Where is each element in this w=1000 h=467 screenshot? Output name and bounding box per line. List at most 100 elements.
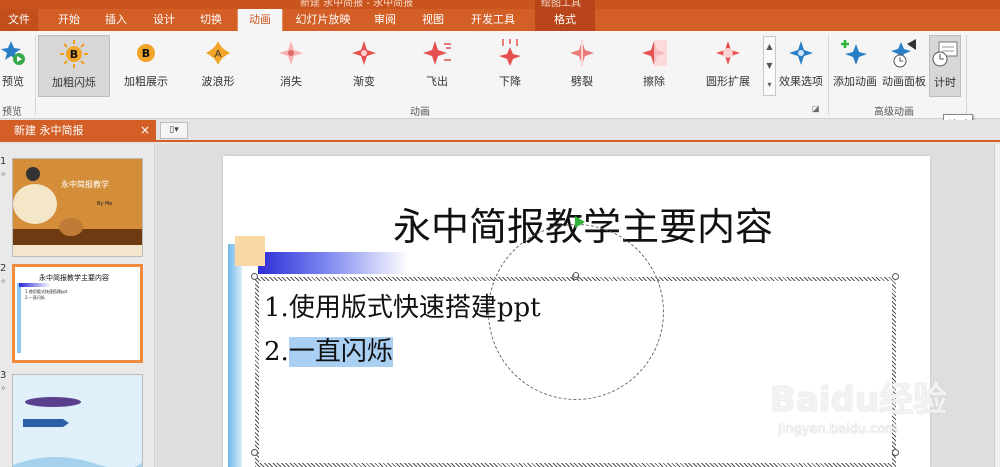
svg-text:A: A bbox=[215, 49, 222, 60]
ribbon-tab-bar: 文件 开始 插入 设计 切换 动画 幻灯片放映 审阅 视图 开发工具 格式 bbox=[0, 9, 1000, 31]
dialog-launcher-icon[interactable]: ◪ bbox=[812, 104, 820, 113]
effect-descend[interactable]: 下降 bbox=[484, 35, 536, 97]
timing-icon bbox=[930, 39, 960, 69]
motion-path-handle[interactable] bbox=[573, 272, 579, 278]
effect-label: 渐变 bbox=[353, 75, 375, 88]
add-animation-label: 添加动画 bbox=[833, 75, 877, 88]
context-group-label: 绘图工具 bbox=[541, 0, 581, 9]
effect-fade[interactable]: 渐变 bbox=[338, 35, 390, 97]
fade-icon bbox=[349, 38, 379, 68]
slide-thumbnail-3[interactable] bbox=[12, 374, 143, 467]
disappear-icon bbox=[276, 38, 306, 68]
animation-pane-label: 动画面板 bbox=[882, 75, 926, 88]
bold-reveal-icon: B bbox=[131, 38, 161, 68]
thumb-line: 2.一直闪烁 bbox=[25, 295, 45, 300]
gallery-down-icon[interactable]: ▼ bbox=[764, 56, 775, 75]
bullet-text-selected: 一直闪烁 bbox=[288, 337, 393, 367]
bullet-number: 1. bbox=[264, 293, 289, 323]
tab-slideshow[interactable]: 幻灯片放映 bbox=[290, 9, 356, 31]
thumb-subtitle: By Me bbox=[97, 201, 113, 207]
preview-icon bbox=[0, 38, 28, 68]
tab-design[interactable]: 设计 bbox=[145, 9, 183, 31]
thumb-number: 3 bbox=[0, 370, 7, 381]
wipe-icon bbox=[639, 38, 669, 68]
tab-format[interactable]: 格式 bbox=[535, 9, 595, 31]
tab-animation[interactable]: 动画 bbox=[237, 9, 283, 31]
tab-view[interactable]: 视图 bbox=[414, 9, 452, 31]
slide-deco-bar bbox=[228, 244, 242, 467]
group-divider bbox=[35, 35, 36, 115]
tab-file[interactable]: 文件 bbox=[0, 9, 38, 31]
slide-thumbnail-pane: 1 ✧ 永中简报教学 By Me 2 ✧ 永中简报教学主要内容 1.使用版式快速… bbox=[0, 144, 155, 467]
gallery-more-icon[interactable]: ▾ bbox=[764, 75, 775, 94]
thumb-number: 1 bbox=[0, 156, 7, 167]
effect-bold-reveal[interactable]: B 加粗展示 bbox=[116, 35, 176, 97]
bullet-item-2[interactable]: 2.一直闪烁 bbox=[264, 331, 393, 368]
effect-label: 圆形扩展 bbox=[706, 75, 750, 88]
effect-wipe[interactable]: 擦除 bbox=[628, 35, 680, 97]
animation-marker-icon: ✧ bbox=[0, 277, 7, 286]
document-tab-strip: 新建 永中简报 × ▯▾ bbox=[0, 120, 1000, 142]
effect-wave[interactable]: A 波浪形 bbox=[190, 35, 246, 97]
motion-path-start-icon bbox=[575, 216, 585, 228]
document-tab-title: 新建 永中简报 bbox=[14, 124, 84, 137]
effect-disappear[interactable]: 消失 bbox=[265, 35, 317, 97]
close-icon[interactable]: × bbox=[140, 120, 150, 141]
resize-handle[interactable] bbox=[251, 273, 258, 280]
tab-review[interactable]: 审阅 bbox=[366, 9, 404, 31]
effect-label: 消失 bbox=[280, 75, 302, 88]
tab-insert[interactable]: 插入 bbox=[97, 9, 135, 31]
motion-path-circle[interactable] bbox=[488, 224, 664, 400]
effect-options-button[interactable]: 效果选项 bbox=[778, 35, 824, 97]
effect-fly-out[interactable]: 飞出 bbox=[411, 35, 463, 97]
effect-gallery-scroller[interactable]: ▲ ▼ ▾ bbox=[763, 36, 776, 96]
effect-label: 加粗闪烁 bbox=[52, 76, 96, 89]
effect-label: 波浪形 bbox=[201, 75, 235, 88]
resize-handle[interactable] bbox=[251, 449, 258, 456]
timing-label: 计时 bbox=[934, 76, 956, 89]
wave-icon: A bbox=[203, 38, 233, 68]
document-tab[interactable]: 新建 永中简报 × bbox=[0, 120, 156, 141]
preview-button[interactable]: 预览 bbox=[0, 35, 26, 97]
effect-label: 飞出 bbox=[426, 75, 448, 88]
effect-options-icon bbox=[786, 38, 816, 68]
ribbon-animation: 预览 预览 B 加粗闪烁 B 加粗展示 A 波浪形 消失 渐变 飞出 下降 劈裂… bbox=[0, 31, 1000, 119]
tab-home[interactable]: 开始 bbox=[50, 9, 88, 31]
effect-split[interactable]: 劈裂 bbox=[556, 35, 608, 97]
effect-bold-flash[interactable]: B 加粗闪烁 bbox=[38, 35, 110, 97]
resize-handle[interactable] bbox=[892, 273, 899, 280]
effect-circle-expand[interactable]: 圆形扩展 bbox=[698, 35, 758, 97]
effect-label: 擦除 bbox=[643, 75, 665, 88]
watermark-brand: Baidu经验 bbox=[770, 380, 948, 420]
slide-deco-gradient bbox=[258, 252, 408, 274]
effect-options-label: 效果选项 bbox=[779, 75, 823, 88]
window-title: 新建 永中简报 - 永中简报 bbox=[300, 0, 414, 9]
fly-out-icon bbox=[422, 38, 452, 68]
effect-label: 劈裂 bbox=[571, 75, 593, 88]
animation-pane-icon bbox=[889, 38, 919, 68]
animation-pane-button[interactable]: 动画面板 bbox=[880, 35, 928, 97]
thumb-title: 永中简报教学主要内容 bbox=[39, 274, 109, 282]
watermark: Baidu经验 jingyan.baidu.com bbox=[770, 372, 995, 467]
effect-label: 加粗展示 bbox=[124, 75, 168, 88]
group-preview-label: 预览 bbox=[2, 107, 22, 118]
chevron-down-icon: ▾ bbox=[174, 125, 179, 135]
context-group-header: 绘图工具 bbox=[535, 0, 595, 9]
svg-text:B: B bbox=[70, 48, 78, 61]
bullet-number: 2. bbox=[264, 337, 289, 367]
descend-icon bbox=[495, 38, 525, 68]
slide-thumbnail-2[interactable]: 永中简报教学主要内容 1.使用版式快速搭建ppt 2.一直闪烁 bbox=[12, 264, 143, 363]
group-divider bbox=[828, 35, 829, 115]
group-animation-label: 动画 bbox=[410, 107, 430, 118]
tab-developer[interactable]: 开发工具 bbox=[464, 9, 522, 31]
timing-button[interactable]: 计时 bbox=[929, 35, 961, 97]
slide-thumbnail-1[interactable]: 永中简报教学 By Me bbox=[12, 158, 143, 257]
gallery-up-icon[interactable]: ▲ bbox=[764, 37, 775, 56]
effect-label: 下降 bbox=[499, 75, 521, 88]
thumb-number: 2 bbox=[0, 263, 7, 274]
tab-transitions[interactable]: 切换 bbox=[192, 9, 230, 31]
split-icon bbox=[567, 38, 597, 68]
new-document-dropdown[interactable]: ▯▾ bbox=[160, 122, 188, 139]
add-animation-button[interactable]: 添加动画 bbox=[832, 35, 878, 97]
thumb-title: 永中简报教学 bbox=[61, 180, 109, 189]
